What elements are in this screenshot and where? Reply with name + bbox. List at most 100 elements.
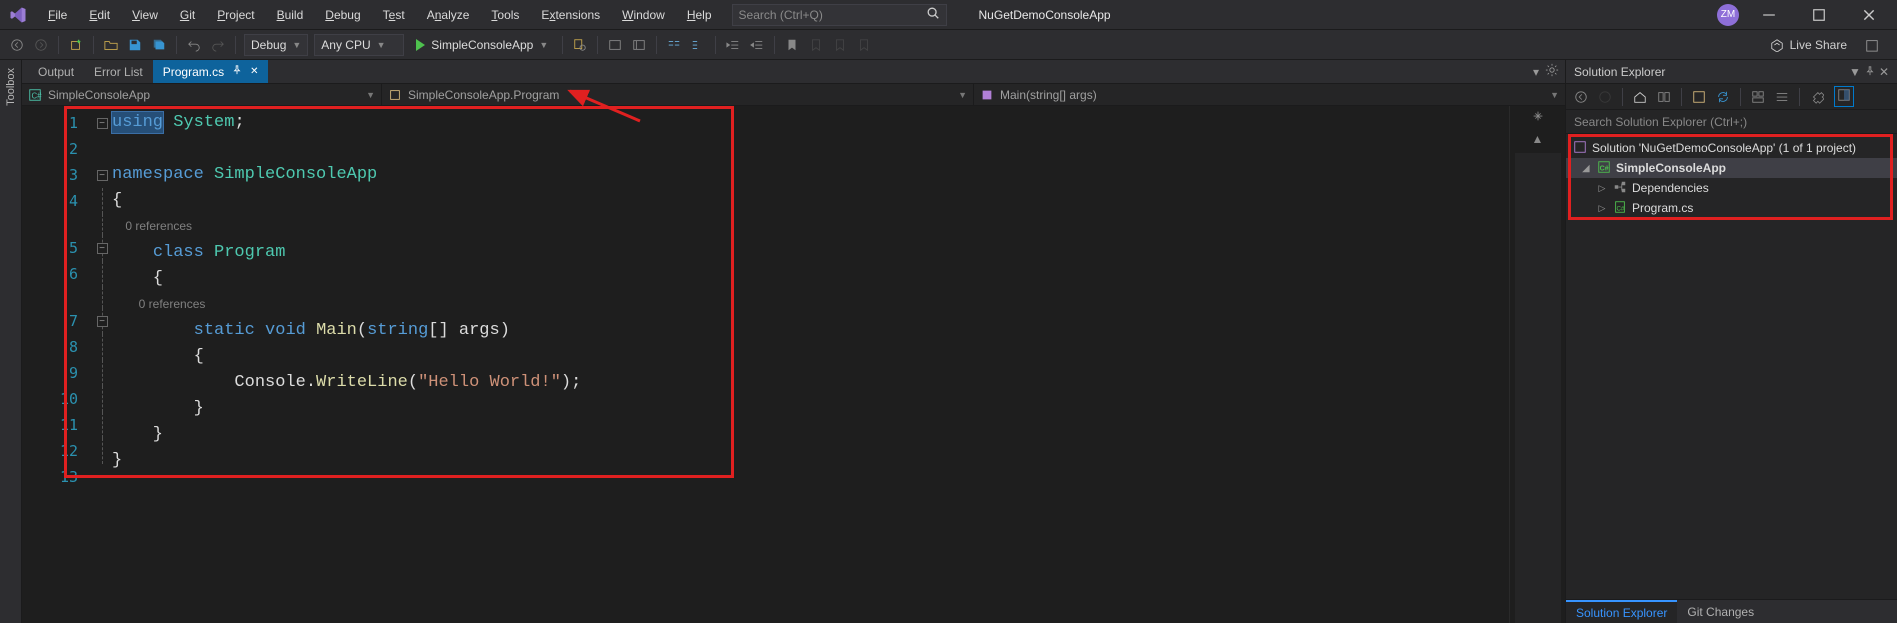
solution-explorer-search[interactable]: Search Solution Explorer (Ctrl+;) <box>1566 110 1897 134</box>
user-avatar[interactable]: ZM <box>1717 4 1739 26</box>
redo-button[interactable] <box>207 34 229 56</box>
save-button[interactable] <box>124 34 146 56</box>
menu-help[interactable]: Help <box>677 4 722 26</box>
dependencies-icon <box>1612 180 1628 197</box>
expand-icon[interactable]: ▷ <box>1596 183 1608 194</box>
toolbar-icon-a[interactable] <box>604 34 626 56</box>
solution-explorer-panel: Solution Explorer ▼ ✕ Search Solution <box>1565 60 1897 623</box>
platform-combo[interactable]: Any CPU ▼ <box>314 34 404 56</box>
se-collapse-all-button[interactable] <box>1747 87 1769 107</box>
new-item-button[interactable] <box>65 34 87 56</box>
nav-fwd-button[interactable] <box>30 34 52 56</box>
fold-toggle[interactable]: − <box>97 118 108 129</box>
start-debug-button[interactable]: SimpleConsoleApp ▼ <box>408 34 556 56</box>
pin-icon[interactable] <box>1865 65 1875 79</box>
solution-icon <box>1572 140 1588 157</box>
close-icon[interactable]: ✕ <box>1879 65 1889 79</box>
collapse-up-icon[interactable]: ▲ <box>1510 129 1565 149</box>
fold-toggle[interactable]: − <box>97 170 108 181</box>
undo-button[interactable] <box>183 34 205 56</box>
solution-tree[interactable]: Solution 'NuGetDemoConsoleApp' (1 of 1 p… <box>1566 134 1897 599</box>
menu-project[interactable]: Project <box>207 4 264 26</box>
se-sync-button[interactable] <box>1712 87 1734 107</box>
menu-view[interactable]: View <box>122 4 168 26</box>
tree-solution-node[interactable]: Solution 'NuGetDemoConsoleApp' (1 of 1 p… <box>1566 138 1897 158</box>
outdent-button[interactable] <box>722 34 744 56</box>
nav-project[interactable]: C# SimpleConsoleApp ▼ <box>22 84 382 105</box>
fold-gutter: − − − − <box>92 106 112 623</box>
feedback-button[interactable] <box>1861 34 1883 56</box>
configuration-combo[interactable]: Debug ▼ <box>244 34 308 56</box>
tree-project-node[interactable]: ◢ C# SimpleConsoleApp <box>1566 158 1897 178</box>
menu-file[interactable]: File <box>38 4 77 26</box>
gear-icon[interactable] <box>1545 63 1559 80</box>
chevron-down-icon: ▼ <box>539 40 548 50</box>
solution-explorer-toolbar <box>1566 84 1897 110</box>
menu-git[interactable]: Git <box>170 4 205 26</box>
tab-program-cs[interactable]: Program.cs ✕ <box>153 60 269 83</box>
save-all-button[interactable] <box>148 34 170 56</box>
pin-icon[interactable] <box>232 65 242 78</box>
menu-window[interactable]: Window <box>612 4 675 26</box>
tab-output[interactable]: Output <box>28 60 84 83</box>
menu-edit[interactable]: Edit <box>79 4 120 26</box>
code-editor[interactable]: 1 2 3 4 5 6 7 8 9 10 11 12 13 − − <box>22 106 1565 623</box>
line-number-gutter: 1 2 3 4 5 6 7 8 9 10 11 12 13 <box>22 106 92 623</box>
se-preview-button[interactable] <box>1830 87 1858 107</box>
nav-member[interactable]: Main(string[] args) ▼ <box>974 84 1565 105</box>
solution-explorer-title[interactable]: Solution Explorer ▼ ✕ <box>1566 60 1897 84</box>
tab-error-list[interactable]: Error List <box>84 60 153 83</box>
chevron-down-icon: ▼ <box>292 40 301 50</box>
se-properties-button[interactable] <box>1806 87 1828 107</box>
find-in-files-button[interactable] <box>569 34 591 56</box>
app-title: NuGetDemoConsoleApp <box>979 8 1111 22</box>
close-button[interactable] <box>1849 1 1889 29</box>
indent-button[interactable] <box>746 34 768 56</box>
overview-ruler[interactable]: ▲ <box>1509 106 1565 623</box>
expand-icon[interactable]: ◢ <box>1580 163 1592 174</box>
toolbar-disabled-a <box>805 34 827 56</box>
se-switch-view-button[interactable] <box>1653 87 1675 107</box>
menu-build[interactable]: Build <box>267 4 314 26</box>
open-file-button[interactable] <box>100 34 122 56</box>
tab-overflow-icon[interactable]: ▾ <box>1533 65 1539 79</box>
svg-text:C#: C# <box>1617 205 1625 212</box>
tree-dependencies-node[interactable]: ▷ Dependencies <box>1566 178 1897 198</box>
menu-test[interactable]: Test <box>373 4 415 26</box>
bottom-tab-solution-explorer[interactable]: Solution Explorer <box>1566 600 1677 623</box>
document-tabs: Output Error List Program.cs ✕ ▾ <box>22 60 1565 84</box>
menu-tools[interactable]: Tools <box>481 4 529 26</box>
menu-debug[interactable]: Debug <box>315 4 370 26</box>
tree-program-node[interactable]: ▷ C# Program.cs <box>1566 198 1897 218</box>
main-toolbar: Debug ▼ Any CPU ▼ SimpleConsoleApp ▼ Liv… <box>0 30 1897 60</box>
nav-class[interactable]: SimpleConsoleApp.Program ▼ <box>382 84 974 105</box>
bottom-tab-git-changes[interactable]: Git Changes <box>1677 600 1764 623</box>
fold-toggle[interactable]: − <box>97 243 108 254</box>
se-back-button[interactable] <box>1570 87 1592 107</box>
live-share-button[interactable]: Live Share <box>1764 34 1853 56</box>
minimize-button[interactable] <box>1749 1 1789 29</box>
se-show-all-button[interactable] <box>1771 87 1793 107</box>
live-share-label: Live Share <box>1790 38 1847 52</box>
menu-analyze[interactable]: Analyze <box>417 4 480 26</box>
play-icon <box>416 39 425 51</box>
se-home-button[interactable] <box>1629 87 1651 107</box>
dropdown-icon[interactable]: ▼ <box>1849 65 1861 79</box>
global-search[interactable]: Search (Ctrl+Q) <box>732 4 947 26</box>
code-text[interactable]: using System; namespace SimpleConsoleApp… <box>112 106 1509 623</box>
toolbox-rail[interactable]: Toolbox <box>0 60 22 623</box>
toolbar-icon-b[interactable] <box>628 34 650 56</box>
se-pending-changes-button[interactable] <box>1688 87 1710 107</box>
nav-back-button[interactable] <box>6 34 28 56</box>
comment-button[interactable] <box>663 34 685 56</box>
menu-extensions[interactable]: Extensions <box>531 4 610 26</box>
close-icon[interactable]: ✕ <box>250 66 258 77</box>
csproj-icon: C# <box>1596 160 1612 177</box>
fold-toggle[interactable]: − <box>97 316 108 327</box>
bookmark-button[interactable] <box>781 34 803 56</box>
split-icon[interactable] <box>1510 106 1565 129</box>
uncomment-button[interactable] <box>687 34 709 56</box>
expand-icon[interactable]: ▷ <box>1596 203 1608 214</box>
maximize-button[interactable] <box>1799 1 1839 29</box>
config-label: Debug <box>251 38 286 52</box>
